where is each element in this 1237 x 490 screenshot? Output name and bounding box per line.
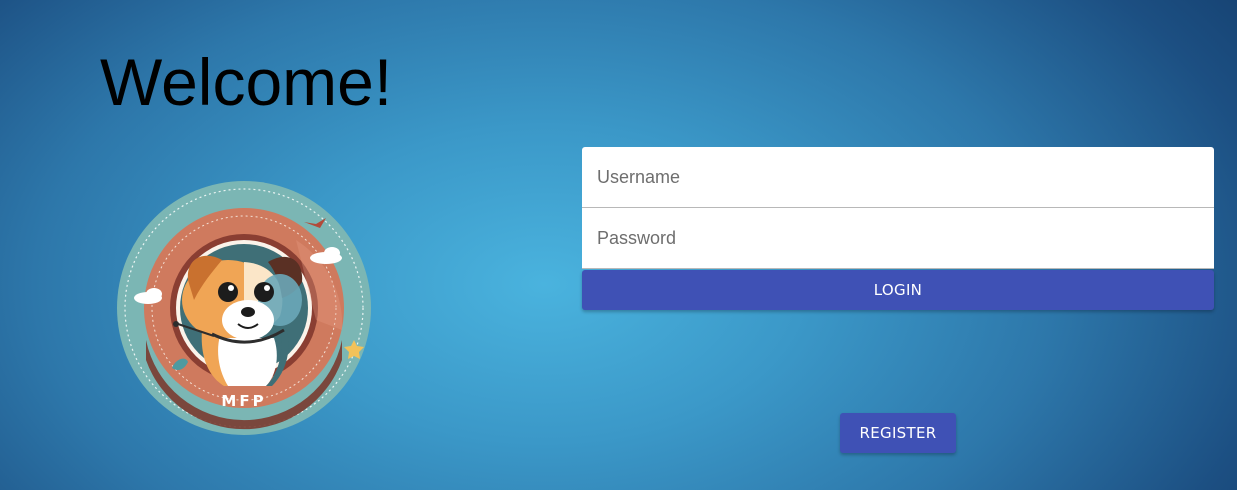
username-input[interactable] xyxy=(582,147,1214,208)
welcome-heading: Welcome! xyxy=(100,45,393,119)
password-input[interactable] xyxy=(582,208,1214,269)
login-button[interactable]: LOGIN xyxy=(582,270,1214,310)
dog-logo-icon: MFP xyxy=(116,180,372,436)
login-form: LOGIN xyxy=(582,147,1214,310)
register-button[interactable]: REGISTER xyxy=(840,413,956,453)
logo-text: MFP xyxy=(221,392,266,410)
